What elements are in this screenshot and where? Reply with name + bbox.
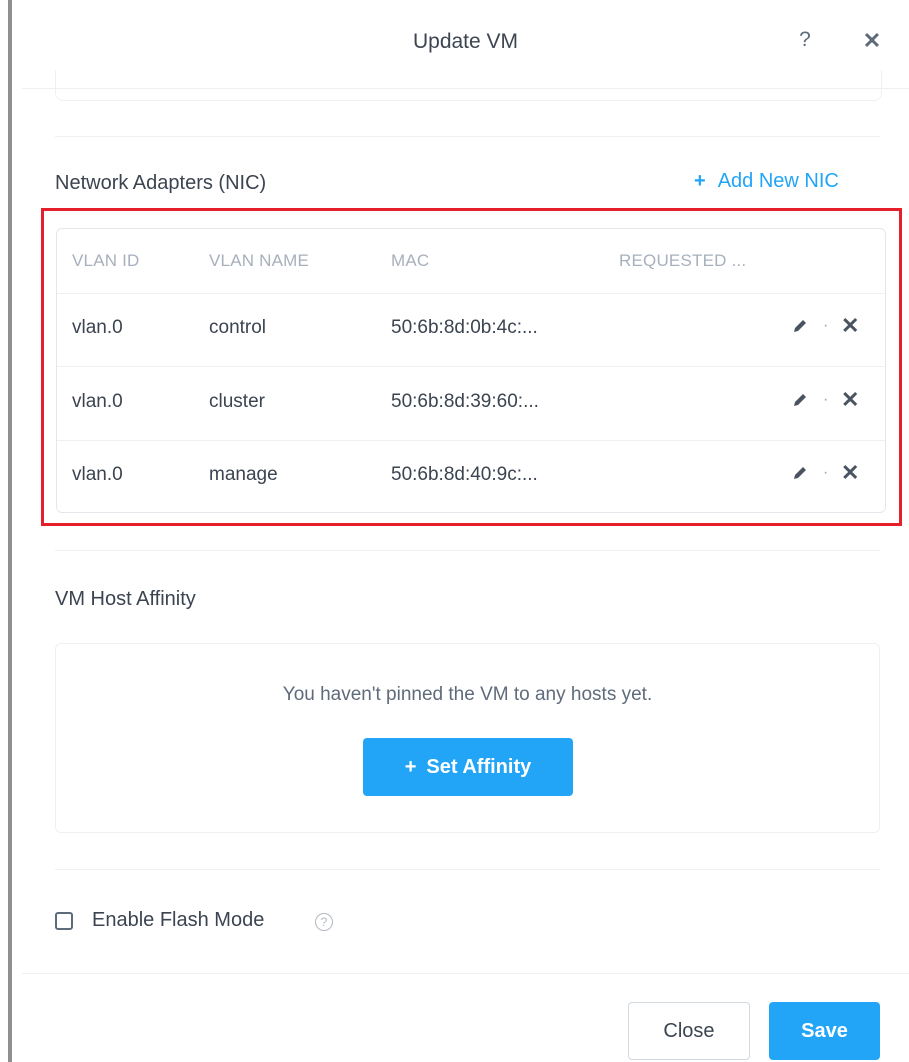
vlan-id-cell: vlan.0: [72, 317, 123, 338]
edit-pencil-icon[interactable]: [791, 317, 809, 335]
plus-icon: +: [404, 756, 417, 778]
edit-pencil-icon[interactable]: [791, 391, 809, 409]
save-button[interactable]: Save: [769, 1002, 880, 1060]
footer-divider: [22, 973, 909, 974]
divider: [55, 136, 880, 137]
close-icon[interactable]: ✕: [860, 28, 884, 54]
dialog-title: Update VM: [412, 30, 519, 53]
column-header-vlan-name: VLAN NAME: [209, 251, 310, 270]
vlan-id-cell: vlan.0: [72, 464, 123, 485]
previous-section-box: [55, 70, 882, 101]
vlan-id-cell: vlan.0: [72, 391, 123, 412]
vlan-name-cell: control: [209, 317, 267, 338]
delete-icon[interactable]: ✕: [841, 387, 859, 413]
affinity-section-title: VM Host Affinity: [55, 588, 196, 610]
affinity-empty-message: You haven't pinned the VM to any hosts y…: [282, 684, 653, 705]
column-header-vlan-id: VLAN ID: [72, 251, 140, 270]
set-affinity-button[interactable]: + Set Affinity: [363, 738, 573, 796]
row-actions: · ✕: [791, 313, 871, 341]
table-row: vlan.0 control 50:6b:8d:0b:4c:... · ✕: [57, 293, 885, 367]
column-header-mac: MAC: [391, 251, 430, 270]
mac-cell: 50:6b:8d:39:60:...: [391, 391, 539, 412]
background-page-edge: [8, 0, 12, 1062]
close-button[interactable]: Close: [628, 1002, 750, 1060]
flash-mode-help-icon[interactable]: ?: [315, 913, 333, 931]
nic-table-header: VLAN ID VLAN NAME MAC REQUESTED ...: [57, 229, 885, 294]
delete-icon[interactable]: ✕: [841, 460, 859, 486]
table-row: vlan.0 cluster 50:6b:8d:39:60:... · ✕: [57, 367, 885, 441]
nic-section-title: Network Adapters (NIC): [55, 172, 267, 194]
divider: [55, 869, 880, 870]
separator-dot: ·: [823, 317, 829, 334]
mac-cell: 50:6b:8d:40:9c:...: [391, 464, 538, 485]
row-actions: · ✕: [791, 460, 871, 488]
add-new-nic-link[interactable]: + Add New NIC: [694, 170, 839, 193]
table-row: vlan.0 manage 50:6b:8d:40:9c:... · ✕: [57, 440, 885, 513]
separator-dot: ·: [823, 391, 829, 408]
plus-icon: +: [694, 170, 706, 192]
separator-dot: ·: [823, 464, 829, 481]
mac-cell: 50:6b:8d:0b:4c:...: [391, 317, 538, 338]
update-vm-dialog: Update VM ? ✕ Network Adapters (NIC) + Ad…: [0, 0, 909, 1062]
flash-mode-checkbox[interactable]: [55, 912, 73, 930]
vlan-name-cell: cluster: [209, 391, 265, 412]
add-new-nic-label: Add New NIC: [717, 170, 839, 192]
nic-table: VLAN ID VLAN NAME MAC REQUESTED ... vlan…: [56, 228, 886, 513]
divider: [55, 550, 880, 551]
set-affinity-label: Set Affinity: [426, 756, 532, 778]
column-header-requested: REQUESTED ...: [619, 251, 747, 270]
help-icon[interactable]: ?: [795, 28, 815, 52]
flash-mode-label[interactable]: Enable Flash Mode: [92, 909, 264, 932]
delete-icon[interactable]: ✕: [841, 313, 859, 339]
vlan-name-cell: manage: [209, 464, 278, 485]
row-actions: · ✕: [791, 387, 871, 415]
affinity-empty-state: You haven't pinned the VM to any hosts y…: [55, 643, 880, 833]
edit-pencil-icon[interactable]: [791, 464, 809, 482]
